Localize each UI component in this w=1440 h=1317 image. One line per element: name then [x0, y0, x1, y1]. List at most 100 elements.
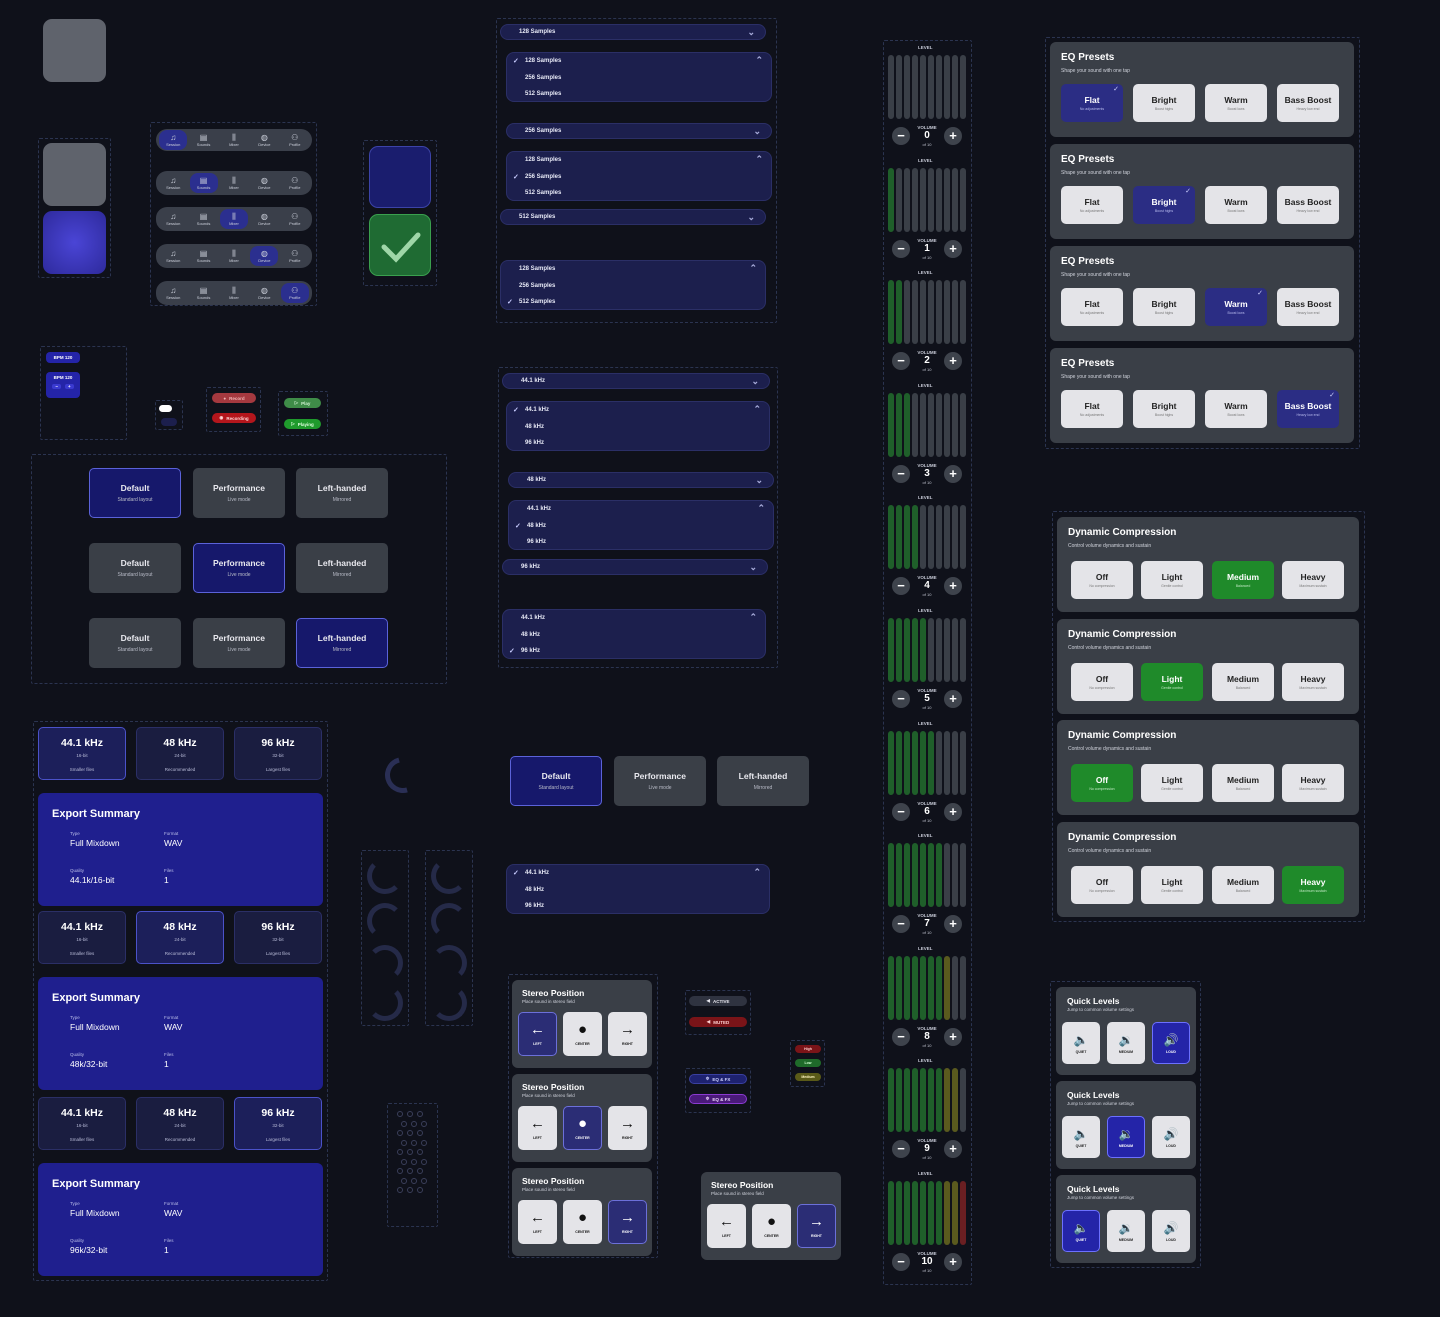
compression-light[interactable]: Light Gentle control [1141, 561, 1203, 599]
tab-mixer[interactable]: ⫼ Mixer [220, 130, 248, 150]
layout-card-default[interactable]: Default Standard layout [510, 756, 602, 806]
stereo-center-button[interactable]: ● CENTER [563, 1106, 602, 1150]
volume-plus-button[interactable]: + [944, 690, 962, 708]
bpm-plus-button[interactable]: + [65, 384, 74, 389]
dropdown-option[interactable]: 44.1 kHz ⌃ [503, 610, 765, 627]
quick-loud-button[interactable]: 🔊 LOUD [1152, 1022, 1190, 1064]
eq-preset-bright[interactable]: Bright Boost highs [1133, 84, 1195, 122]
tab-sounds[interactable]: ▤ Sounds [190, 283, 218, 303]
rate-card[interactable]: 44.1 kHz 16-bit Smaller files [38, 1097, 126, 1150]
volume-plus-button[interactable]: + [944, 1027, 962, 1046]
quick-medium-button[interactable]: 🔉 MEDIUM [1107, 1116, 1145, 1158]
toggle-square-active[interactable] [43, 211, 106, 274]
eq-preset-flat[interactable]: Flat No adjustments [1061, 186, 1123, 224]
eq-preset-warm[interactable]: Warm Boost lows [1205, 390, 1267, 428]
toggle-square-off[interactable] [43, 19, 106, 82]
compression-light[interactable]: Light Gentle control [1141, 663, 1203, 701]
layout-card-left-handed[interactable]: Left-handed Mirrored [296, 618, 388, 668]
compression-medium[interactable]: Medium Balanced [1212, 663, 1274, 701]
quick-loud-button[interactable]: 🔊 LOUD [1152, 1116, 1190, 1158]
mini-switch-off[interactable] [161, 418, 177, 426]
layout-card-performance[interactable]: Performance Live mode [193, 468, 285, 518]
dropdown-option[interactable]: 48 kHz [507, 419, 769, 436]
sample-rate-option[interactable]: ✓ 44.1 kHz ⌃ [507, 865, 769, 882]
rate-card[interactable]: 48 kHz 24-bit Recommended [136, 727, 224, 780]
eq-preset-bass-boost[interactable]: Bass Boost Heavy low end [1277, 186, 1339, 224]
tab-sounds[interactable]: ▤ Sounds [189, 173, 218, 193]
tab-session[interactable]: ♫ Session [159, 246, 187, 266]
rate-card[interactable]: 96 kHz 32-bit Largest files [234, 1097, 322, 1150]
dropdown-option[interactable]: 96 kHz [507, 435, 769, 452]
dropdown-option[interactable]: 48 kHz [503, 627, 765, 644]
rate-card[interactable]: 96 kHz 32-bit Largest files [234, 727, 322, 780]
quick-medium-button[interactable]: 🔉 MEDIUM [1107, 1210, 1145, 1252]
mini-switch-on[interactable] [159, 405, 172, 412]
eqfx-button-active[interactable]: ✲ EQ & FX [689, 1094, 747, 1104]
stereo-right-button[interactable]: → RIGHT [608, 1012, 647, 1056]
rate-card[interactable]: 96 kHz 32-bit Largest files [234, 911, 322, 964]
volume-plus-button[interactable]: + [944, 127, 962, 145]
compression-off[interactable]: Off No compression [1071, 764, 1133, 802]
compression-heavy[interactable]: Heavy Maximum sustain [1282, 663, 1344, 701]
dropdown-option[interactable]: ✓ 48 kHz [509, 518, 773, 535]
stereo-center-button[interactable]: ● CENTER [752, 1204, 791, 1248]
eq-preset-bright[interactable]: Bright Boost highs [1133, 390, 1195, 428]
stereo-left-button[interactable]: ← LEFT [707, 1204, 746, 1248]
layout-card-performance[interactable]: Performance Live mode [193, 543, 285, 593]
tab-device[interactable]: ◍ Device [250, 130, 278, 150]
quick-quiet-button[interactable]: 🔈 QUIET [1062, 1116, 1100, 1158]
layout-card-performance[interactable]: Performance Live mode [614, 756, 706, 806]
layout-card-default[interactable]: Default Standard layout [89, 468, 181, 518]
dropdown-option[interactable]: 96 kHz [509, 534, 773, 551]
dropdown-option[interactable]: ✓ 96 kHz [503, 643, 765, 660]
tab-profile[interactable]: ⚇ Profile [281, 246, 309, 266]
compression-light[interactable]: Light Gentle control [1141, 866, 1203, 904]
dropdown-option[interactable]: 256 Samples [507, 70, 771, 87]
tab-mixer[interactable]: ⫼ Mixer [219, 209, 248, 229]
tab-sounds[interactable]: ▤ Sounds [190, 246, 218, 266]
rate-card[interactable]: 48 kHz 24-bit Recommended [136, 1097, 224, 1150]
eq-preset-bass-boost[interactable]: ✓ Bass Boost Heavy low end [1277, 390, 1339, 428]
playing-button[interactable]: ▷ Playing [284, 419, 321, 429]
eq-preset-flat[interactable]: ✓ Flat No adjustments [1061, 84, 1123, 122]
rate-card[interactable]: 44.1 kHz 16-bit Smaller files [38, 911, 126, 964]
tab-device[interactable]: ◍ Device [250, 283, 278, 303]
dropdown-option[interactable]: 512 Samples [507, 185, 771, 202]
rate-card[interactable]: 48 kHz 24-bit Recommended [136, 911, 224, 964]
tab-session[interactable]: ♫ Session [159, 173, 187, 193]
eq-preset-warm[interactable]: ✓ Warm Boost lows [1205, 288, 1267, 326]
compression-medium[interactable]: Medium Balanced [1212, 764, 1274, 802]
dropdown-option[interactable]: 128 Samples ⌃ [501, 261, 765, 278]
layout-card-left-handed[interactable]: Left-handed Mirrored [296, 468, 388, 518]
tab-profile[interactable]: ⚇ Profile [280, 283, 309, 303]
dropdown-option[interactable]: ✓ 44.1 kHz ⌃ [507, 402, 769, 419]
dropdown-option[interactable]: 128 Samples ⌃ [507, 152, 771, 169]
layout-card-default[interactable]: Default Standard layout [89, 618, 181, 668]
bpm-badge[interactable]: BPM 120 [46, 352, 80, 363]
volume-plus-button[interactable]: + [944, 464, 962, 483]
compression-medium[interactable]: Medium Balanced [1212, 866, 1274, 904]
dropdown-closed[interactable]: 512 Samples ⌄ [500, 209, 766, 225]
tab-sounds[interactable]: ▤ Sounds [190, 209, 218, 229]
dropdown-option[interactable]: 512 Samples [507, 86, 771, 103]
rate-card[interactable]: 44.1 kHz 16-bit Smaller files [38, 727, 126, 780]
compression-heavy[interactable]: Heavy Maximum sustain [1282, 764, 1344, 802]
tab-device[interactable]: ◍ Device [250, 209, 278, 229]
eq-preset-warm[interactable]: Warm Boost lows [1205, 186, 1267, 224]
dropdown-option[interactable]: 44.1 kHz ⌃ [509, 501, 773, 518]
quick-quiet-button[interactable]: 🔈 QUIET [1062, 1210, 1100, 1252]
dropdown-option[interactable]: ✓ 128 Samples ⌃ [507, 53, 771, 70]
dropdown-closed[interactable]: 48 kHz ⌄ [508, 472, 774, 488]
layout-card-default[interactable]: Default Standard layout [89, 543, 181, 593]
tab-profile[interactable]: ⚇ Profile [281, 209, 309, 229]
tab-sounds[interactable]: ▤ Sounds [190, 130, 218, 150]
tab-session[interactable]: ♫ Session [159, 130, 188, 150]
recording-button[interactable]: ◉ Recording [212, 413, 256, 423]
stereo-right-button[interactable]: → RIGHT [608, 1200, 647, 1244]
tab-profile[interactable]: ⚇ Profile [281, 173, 309, 193]
layout-card-performance[interactable]: Performance Live mode [193, 618, 285, 668]
tab-mixer[interactable]: ⫼ Mixer [220, 283, 248, 303]
dropdown-closed[interactable]: 128 Samples ⌄ [500, 24, 766, 40]
check-square-off[interactable] [369, 146, 431, 208]
dropdown-open[interactable]: 44.1 kHz ⌃ 48 kHz ✓ 96 kHz [502, 609, 766, 659]
